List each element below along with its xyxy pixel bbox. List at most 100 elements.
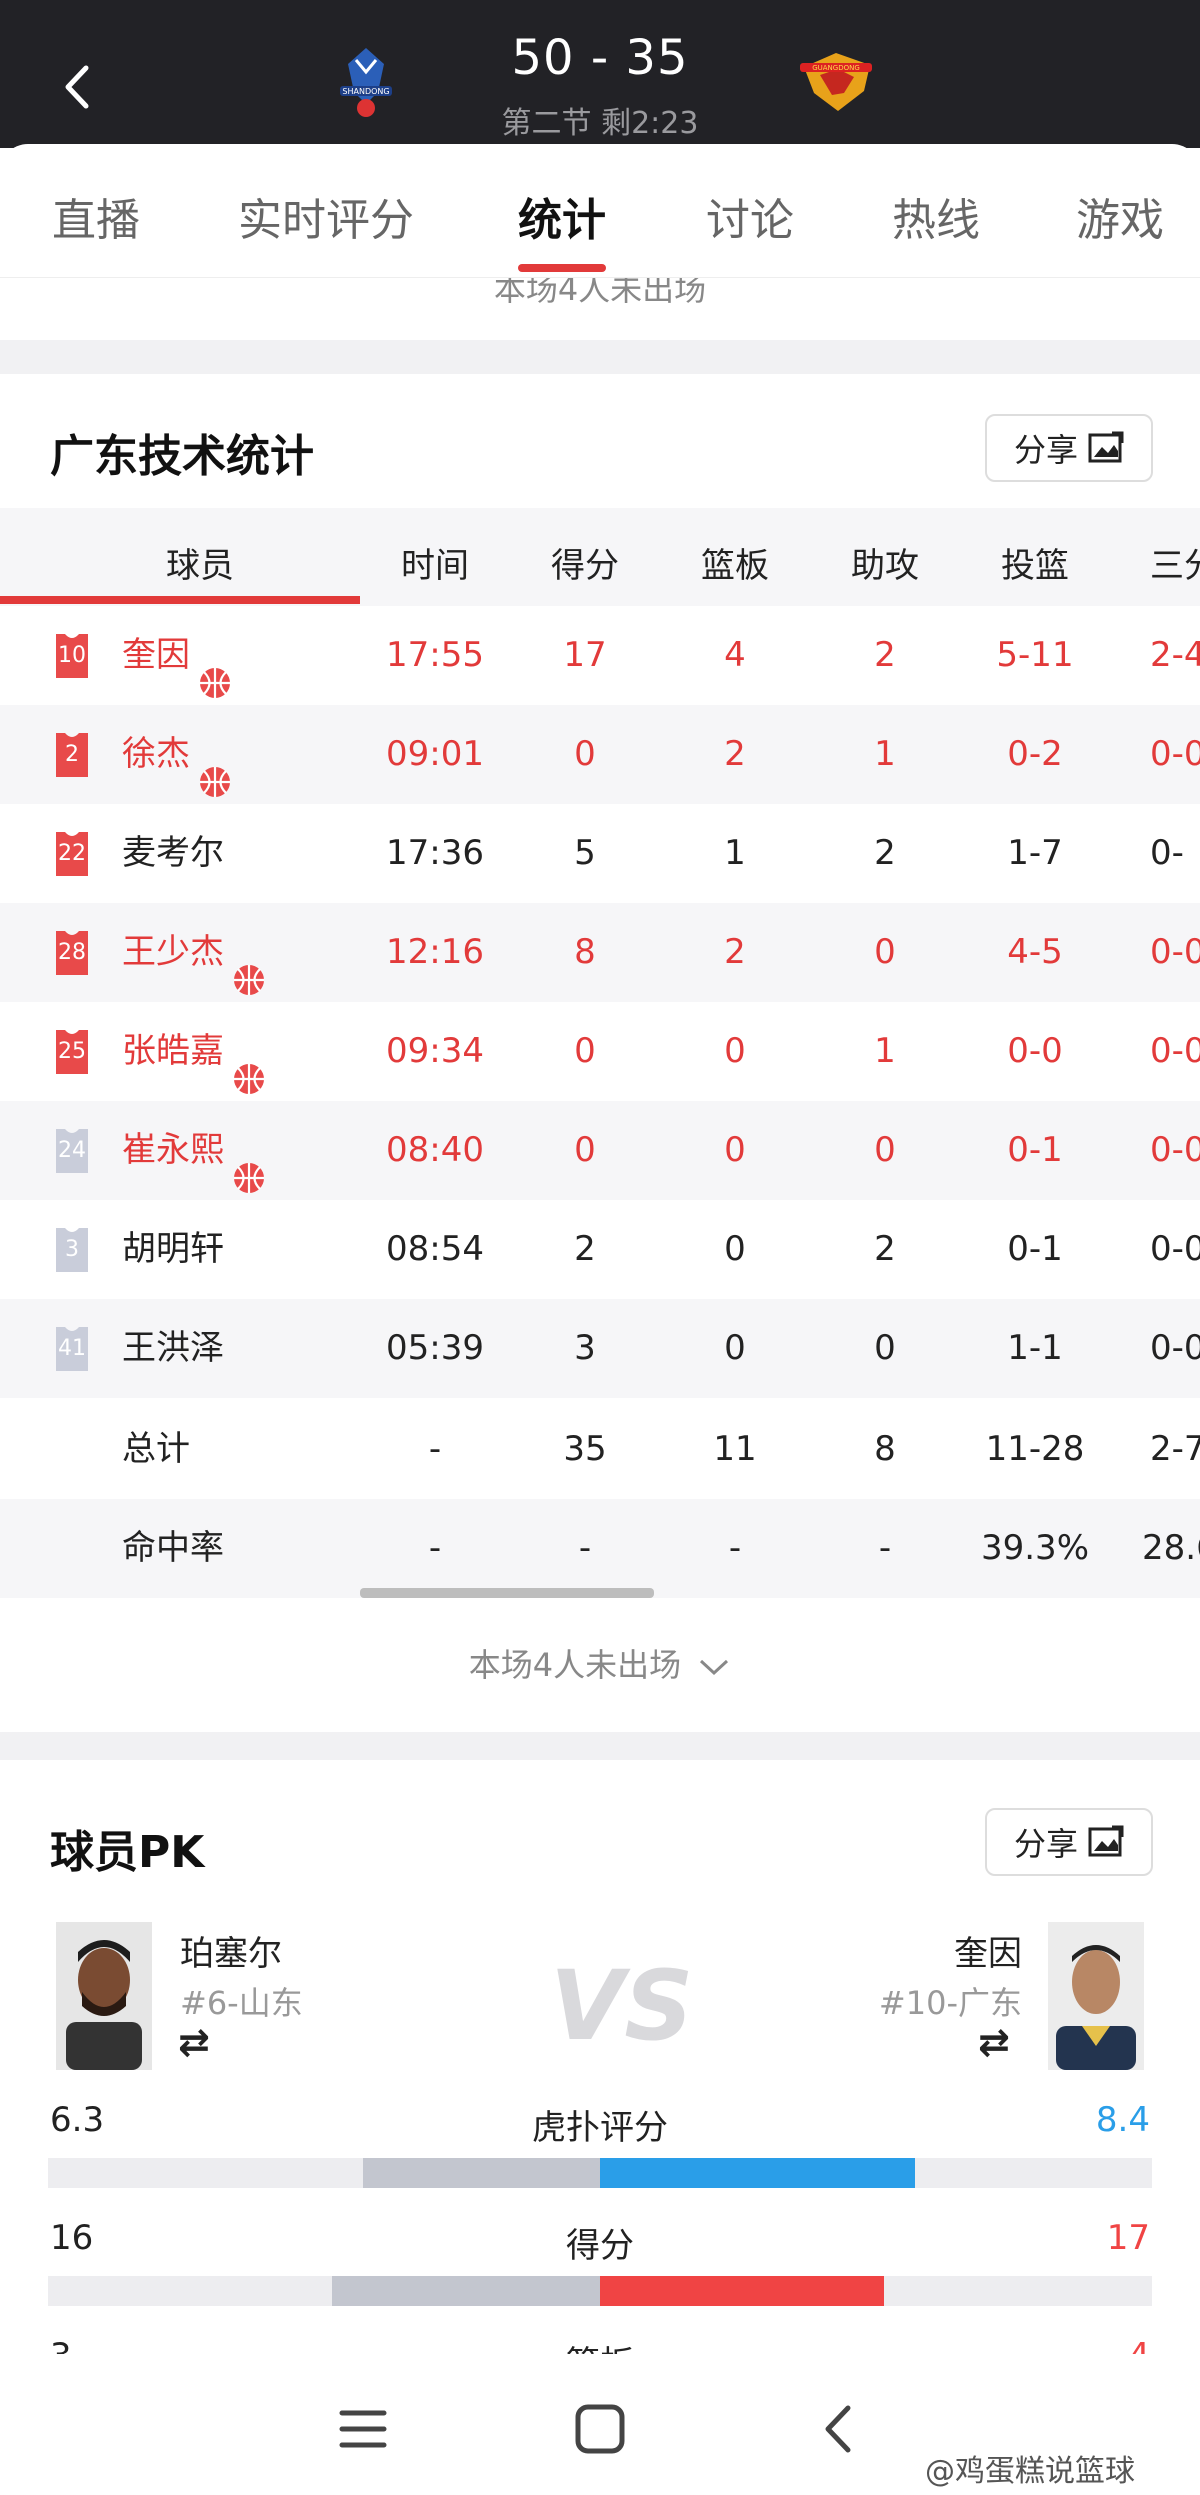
player-name-text: 王洪泽 xyxy=(122,1328,224,1368)
stat-min: 05:39 xyxy=(386,1328,484,1368)
stat-ast: 2 xyxy=(874,1229,896,1269)
back-button[interactable] xyxy=(58,62,98,112)
player-name[interactable]: 麦考尔 xyxy=(122,804,224,903)
stat-ast: 0 xyxy=(874,1328,896,1368)
tab-hotline[interactable]: 热线 xyxy=(892,184,980,248)
player-row[interactable]: 22 麦考尔 17:36 5 1 2 1-7 0- xyxy=(0,804,1200,903)
player-name[interactable]: 王少杰 xyxy=(122,903,266,1002)
starter-basketball-icon xyxy=(198,640,232,698)
share-label: 分享 xyxy=(1013,431,1078,469)
stat-reb: 0 xyxy=(724,1229,746,1269)
player-row[interactable]: 24 崔永熙 08:40 0 0 0 0-1 0-0 xyxy=(0,1101,1200,1200)
back-arrow-icon xyxy=(825,2405,851,2453)
not-played-toggle[interactable]: 本场4人未出场 xyxy=(0,1640,1200,1686)
player-row[interactable]: 10 奎因 17:55 17 4 2 5-11 2-4 xyxy=(0,606,1200,705)
pk-right-bar xyxy=(600,2276,884,2306)
tab-stats[interactable]: 统计 xyxy=(518,184,606,248)
player-row[interactable]: 41 王洪泽 05:39 3 0 0 1-1 0-0 xyxy=(0,1299,1200,1398)
player-name[interactable]: 胡明轩 xyxy=(122,1200,224,1299)
player-name[interactable]: 张皓嘉 xyxy=(122,1002,266,1101)
player-name[interactable]: 崔永熙 xyxy=(122,1101,266,1200)
left-player-avatar[interactable] xyxy=(56,1922,152,2070)
share-stats-button[interactable]: 分享 xyxy=(985,414,1153,482)
player-name[interactable]: 奎因 xyxy=(122,606,232,705)
player-row[interactable]: 28 王少杰 12:16 8 2 0 4-5 0-0 xyxy=(0,903,1200,1002)
total-3pt: 2-7 xyxy=(1150,1429,1200,1469)
tab-rating[interactable]: 实时评分 xyxy=(238,184,414,248)
stat-pts: 0 xyxy=(574,1130,596,1170)
stat-ast: 2 xyxy=(874,833,896,873)
stat-min: 17:55 xyxy=(386,635,484,675)
col-fg[interactable]: 投篮 xyxy=(975,538,1095,587)
col-assists[interactable]: 助攻 xyxy=(825,538,945,587)
pk-stat-label: 虎扑评分 xyxy=(532,2108,668,2148)
col-rebounds[interactable]: 篮板 xyxy=(675,538,795,587)
player-name[interactable]: 徐杰 xyxy=(122,705,232,804)
player-name-text: 胡明轩 xyxy=(122,1229,224,1269)
active-tab-indicator xyxy=(518,264,606,272)
recents-button[interactable] xyxy=(328,2394,398,2464)
home-team-logo[interactable]: SHANDONG xyxy=(320,40,412,124)
game-period: 第二节 剩2:23 xyxy=(501,106,699,141)
jersey-number: 28 xyxy=(58,939,86,965)
jersey-number: 24 xyxy=(58,1137,86,1163)
pk-right-value: 8.4 xyxy=(1095,2100,1150,2140)
stat-fg: 4-5 xyxy=(1007,932,1063,972)
player-name-text: 奎因 xyxy=(122,635,190,675)
player-name[interactable]: 王洪泽 xyxy=(122,1299,224,1398)
player-row[interactable]: 2 徐杰 09:01 0 2 1 0-2 0-0 xyxy=(0,705,1200,804)
jersey-number: 2 xyxy=(65,741,79,767)
section-divider xyxy=(0,340,1200,374)
svg-text:GUANGDONG: GUANGDONG xyxy=(812,64,860,72)
right-player-avatar[interactable] xyxy=(1048,1922,1144,2070)
pk-title: 球员PK xyxy=(50,1827,205,1878)
chevron-down-icon xyxy=(700,1659,729,1676)
home-square-icon xyxy=(575,2404,625,2454)
pk-right-bar xyxy=(600,2158,915,2188)
player-name-text: 麦考尔 xyxy=(122,833,224,873)
tab-discussion[interactable]: 讨论 xyxy=(706,184,794,248)
pk-right-value: 17 xyxy=(1106,2218,1150,2258)
jersey-icon: 28 xyxy=(52,927,92,977)
swap-left-player-button[interactable]: ⇄ xyxy=(178,2020,210,2064)
jersey-number: 22 xyxy=(58,840,86,866)
starter-basketball-icon xyxy=(232,1135,266,1193)
col-points[interactable]: 得分 xyxy=(525,538,645,587)
stat-ast: 1 xyxy=(874,1031,896,1071)
away-team-logo[interactable]: GUANGDONG xyxy=(790,40,882,124)
back-nav-button[interactable] xyxy=(802,2394,872,2464)
jersey-number: 25 xyxy=(58,1038,86,1064)
player-row[interactable]: 25 张皓嘉 09:34 0 0 1 0-0 0-0 xyxy=(0,1002,1200,1101)
guangdong-logo-icon: GUANGDONG xyxy=(800,53,872,111)
tab-live[interactable]: 直播 xyxy=(52,184,140,248)
player-row[interactable]: 3 胡明轩 08:54 2 0 2 0-1 0-0 xyxy=(0,1200,1200,1299)
left-player-name: 珀塞尔 xyxy=(180,1934,282,1974)
stat-min: 08:54 xyxy=(386,1229,484,1269)
jersey-icon: 24 xyxy=(52,1125,92,1175)
swap-right-player-button[interactable]: ⇄ xyxy=(978,2020,1010,2064)
stat-fg: 1-1 xyxy=(1007,1328,1063,1368)
share-label: 分享 xyxy=(1013,1825,1078,1863)
col-player[interactable]: 球员 xyxy=(140,538,260,587)
tab-games[interactable]: 游戏 xyxy=(1076,184,1164,248)
table-horizontal-scrollbar[interactable] xyxy=(360,1588,654,1598)
share-pk-button[interactable]: 分享 xyxy=(985,1808,1153,1876)
stat-min: 09:01 xyxy=(386,734,484,774)
total-row: 总计 - 35 11 8 11-28 2-7 xyxy=(0,1400,1200,1499)
stat-tp: 0-0 xyxy=(1150,1328,1200,1368)
prev-not-played-toggle[interactable]: 本场4人未出场 xyxy=(0,278,1200,338)
stat-fg: 0-1 xyxy=(1007,1229,1063,1269)
pk-left-bar xyxy=(363,2158,600,2188)
total-rebounds: 11 xyxy=(713,1429,757,1469)
pct-fg: 39.3% xyxy=(980,1528,1089,1568)
home-button[interactable] xyxy=(565,2394,635,2464)
pct-3pt: 28.6% xyxy=(1142,1528,1200,1568)
pct-rebounds: - xyxy=(728,1528,742,1568)
total-label: 总计 xyxy=(122,1429,190,1469)
team-stats-title: 广东技术统计 xyxy=(50,431,314,482)
col-3pt[interactable]: 三分 xyxy=(1150,538,1200,587)
stat-pts: 8 xyxy=(574,932,596,972)
stat-ast: 2 xyxy=(874,635,896,675)
pct-minutes: - xyxy=(428,1528,442,1568)
col-minutes[interactable]: 时间 xyxy=(375,538,495,587)
